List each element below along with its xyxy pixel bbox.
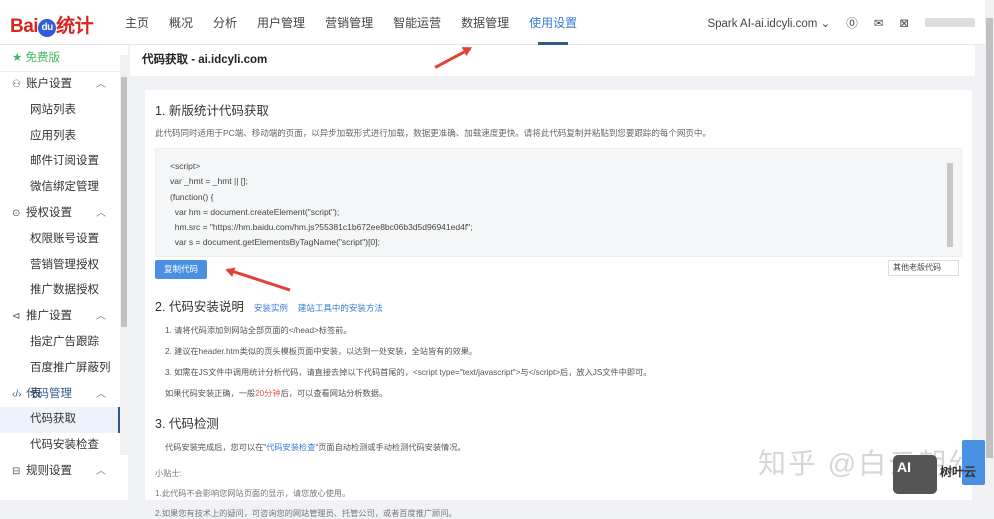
note-time: 20分钟 bbox=[255, 389, 281, 398]
install-step: 1. 请将代码添加到网站全部页面的</head>标签前。 bbox=[165, 326, 352, 335]
sidebar-group-rules[interactable]: ⊟ 规则设置 ︿ bbox=[0, 459, 120, 485]
group-label: 代码管理 bbox=[26, 387, 72, 400]
content-card: 1. 新版统计代码获取 此代码同时适用于PC端、移动端的页面，以异步加载形式进行… bbox=[145, 90, 972, 518]
group-label: 规则设置 bbox=[26, 464, 72, 477]
code-icon: ‹/› bbox=[12, 388, 22, 400]
chevron-up-icon: ︿ bbox=[96, 207, 106, 219]
sidebar-item-app-list[interactable]: 应用列表 bbox=[0, 124, 120, 150]
nav-analysis[interactable]: 分析 bbox=[204, 0, 246, 45]
group-label: 账户设置 bbox=[26, 78, 72, 90]
rule-icon: ⊟ bbox=[12, 465, 21, 477]
sidebar-item-marketing-auth[interactable]: 营销管理授权 bbox=[0, 253, 120, 279]
page-title: 代码获取 - ai.idcyli.com bbox=[130, 45, 975, 76]
page-scrollbar[interactable] bbox=[985, 0, 994, 500]
note-text: 如果代码安装正确，一般 bbox=[165, 389, 256, 398]
sidebar-scrollbar[interactable] bbox=[120, 55, 128, 455]
sidebar-item-promo-data-auth[interactable]: 推广数据授权 bbox=[0, 278, 120, 304]
sidebar-group-account[interactable]: ⚇ 账户设置 ︿ bbox=[0, 72, 120, 98]
chevron-up-icon: ︿ bbox=[96, 79, 106, 90]
sidebar: ★ 免费版 ⚇ 账户设置 ︿ 网站列表 应用列表 邮件订阅设置 微信绑定管理 ⊙ 授权… bbox=[0, 45, 128, 500]
megaphone-icon: ⊲ bbox=[12, 311, 21, 323]
group-label: 推广设置 bbox=[26, 310, 72, 323]
group-label: 授权设置 bbox=[26, 206, 72, 219]
install-note: 如果代码安装正确，一般20分钟后，可以查看网站分析数据。 bbox=[165, 387, 962, 399]
tip-item: 1.此代码不会影响您网站页面的显示，请您放心使用。 bbox=[155, 489, 351, 498]
tip-item: 2.如果您有技术上的疑问，可咨询您的网站管理员、托管公司，或者百度推广顾问。 bbox=[155, 509, 457, 518]
old-code-button[interactable]: 其他老版代码 bbox=[888, 260, 959, 276]
sidebar-item-get-code[interactable]: 代码获取 bbox=[0, 407, 120, 434]
code-scrollbar[interactable] bbox=[947, 163, 953, 247]
chevron-down-icon: ⌄ bbox=[820, 17, 831, 30]
nav-home[interactable]: 主页 bbox=[116, 0, 158, 45]
nav-user-management[interactable]: 用户管理 bbox=[248, 0, 314, 45]
code-line: var s = document.getElementsByTagName("s… bbox=[170, 237, 380, 248]
nav-smart-ops[interactable]: 智能运营 bbox=[384, 0, 450, 45]
sidebar-item-promo-blocklist[interactable]: 百度推广屏蔽列表 bbox=[0, 356, 120, 400]
ai-logo: AI bbox=[893, 455, 937, 494]
sidebar-item-site-list[interactable]: 网站列表 bbox=[0, 98, 120, 124]
code-line: <script> bbox=[170, 161, 201, 171]
user-icon: ⚇ bbox=[12, 79, 21, 90]
baidu-tongji-logo[interactable]: Bai du 统计 bbox=[10, 11, 94, 38]
section-1-title: 1. 新版统计代码获取 bbox=[155, 104, 269, 118]
copy-code-button[interactable]: 复制代码 bbox=[155, 260, 207, 279]
account-selector[interactable]: Spark AI-ai.idcyli.com ⌄ bbox=[707, 16, 830, 30]
help-icon[interactable]: ⓪ bbox=[846, 15, 858, 31]
sidebar-item-permission-accounts[interactable]: 权限账号设置 bbox=[0, 227, 120, 253]
nav-data-management[interactable]: 数据管理 bbox=[452, 0, 518, 45]
sidebar-group-code[interactable]: ‹/› 代码管理 ︿ bbox=[0, 382, 120, 408]
chevron-up-icon: ︿ bbox=[96, 311, 106, 323]
free-edition-badge: ★ 免费版 bbox=[0, 45, 120, 72]
sidebar-item-wechat-binding[interactable]: 微信绑定管理 bbox=[0, 175, 120, 201]
feedback-icon[interactable]: ⊠ bbox=[899, 16, 909, 30]
message-icon[interactable]: ✉ bbox=[874, 16, 884, 30]
sidebar-item-ad-tracking[interactable]: 指定广告跟踪 bbox=[0, 330, 120, 356]
sidebar-item-code-check[interactable]: 代码安装检查 bbox=[0, 433, 120, 459]
sidebar-item-email-subscription[interactable]: 邮件订阅设置 bbox=[0, 149, 120, 175]
code-line: var hm = document.createElement("script"… bbox=[170, 206, 340, 217]
brand-label: 树叶云 bbox=[940, 465, 977, 479]
nav-settings[interactable]: 使用设置 bbox=[520, 0, 586, 45]
chevron-up-icon: ︿ bbox=[96, 388, 106, 400]
code-box[interactable]: <script> var _hmt = _hmt || []; (functio… bbox=[155, 148, 962, 257]
sidebar-group-auth[interactable]: ⊙ 授权设置 ︿ bbox=[0, 201, 120, 227]
check-text: 代码安装完成后，您可以在" bbox=[165, 443, 267, 452]
nav-overview[interactable]: 概况 bbox=[160, 0, 202, 45]
section-3-title: 3. 代码检测 bbox=[155, 417, 219, 431]
sidebar-group-promotion[interactable]: ⊲ 推广设置 ︿ bbox=[0, 304, 120, 330]
chevron-up-icon: ︿ bbox=[96, 465, 106, 477]
free-edition-label: 免费版 bbox=[25, 52, 61, 64]
install-example-link[interactable]: 安装实例 bbox=[254, 303, 288, 313]
shield-icon: ⊙ bbox=[12, 207, 21, 219]
note-text: 后，可以查看网站分析数据。 bbox=[280, 389, 388, 398]
section-2-title: 2. 代码安装说明 bbox=[155, 300, 244, 314]
install-step: 2. 建议在header.htm类似的页头模板页面中安装，以达到一处安装，全站皆… bbox=[165, 347, 478, 356]
code-line: (function() { bbox=[170, 191, 214, 202]
install-step: 3. 如需在JS文件中调用统计分析代码，请直接去掉以下代码首尾的，<script… bbox=[165, 368, 652, 377]
nav-marketing[interactable]: 营销管理 bbox=[316, 0, 382, 45]
check-text: "页面自动检测或手动检测代码安装情况。 bbox=[315, 443, 466, 452]
code-line: var _hmt = _hmt || []; bbox=[170, 176, 248, 187]
top-header: Bai du 统计 主页 概况 分析 用户管理 营销管理 智能运营 数据管理 使用设… bbox=[0, 0, 985, 45]
main-nav: 主页 概况 分析 用户管理 营销管理 智能运营 数据管理 使用设置 bbox=[116, 0, 588, 45]
code-line: hm.src = "https://hm.baidu.com/hm.js?553… bbox=[170, 222, 473, 233]
account-name: Spark AI-ai.idcyli.com bbox=[707, 17, 818, 30]
section-1-desc: 此代码同时适用于PC端、移动端的页面，以异步加载形式进行加载，数据更准确、加载速… bbox=[155, 128, 711, 138]
site-builder-install-link[interactable]: 建站工具中的安装方法 bbox=[298, 303, 383, 313]
user-avatar-blurred[interactable] bbox=[925, 18, 975, 27]
code-check-link[interactable]: 代码安装检查 bbox=[266, 443, 315, 452]
